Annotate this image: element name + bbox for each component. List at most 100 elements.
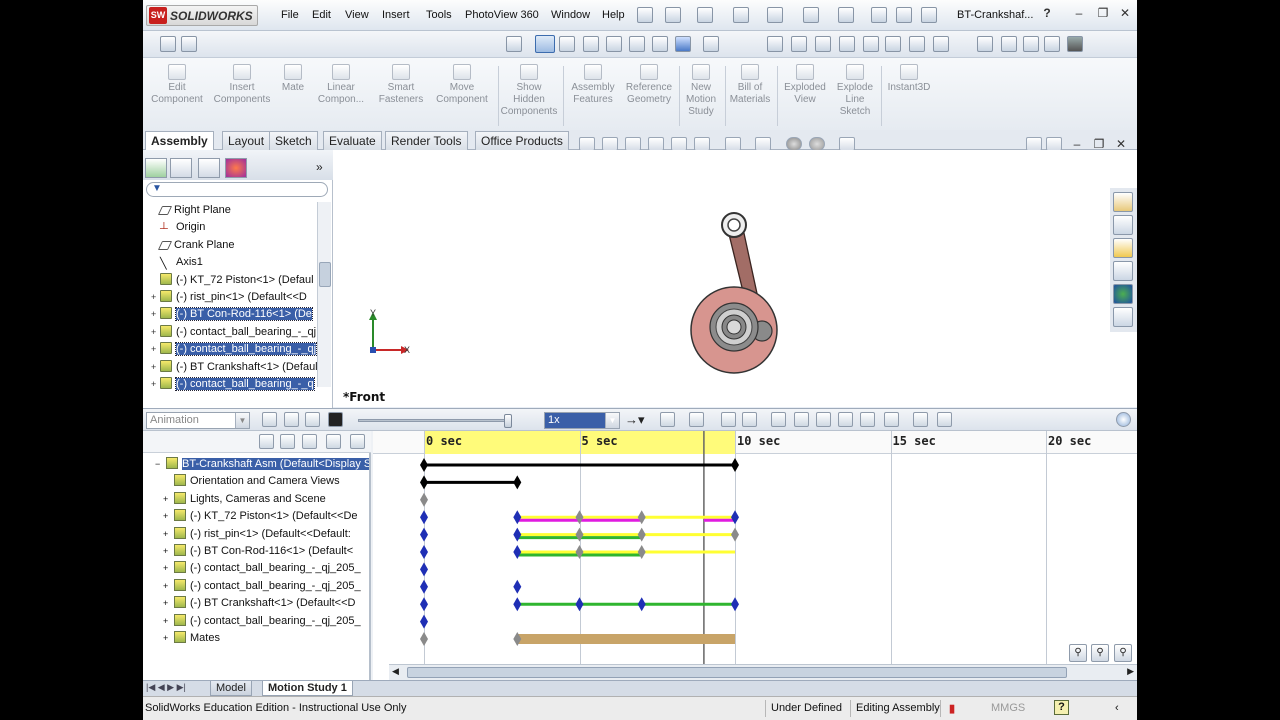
- zoom-to-area-icon[interactable]: [602, 137, 618, 151]
- rebuild-status-icon[interactable]: ▮: [949, 702, 955, 715]
- collapse-panel-icon[interactable]: [1116, 412, 1131, 427]
- keyframe-diamond[interactable]: [513, 545, 522, 559]
- status-expand-icon[interactable]: ‹: [1115, 702, 1119, 714]
- playback-mode-icon[interactable]: →▾: [625, 412, 645, 428]
- keyframe-diamond[interactable]: [513, 510, 522, 525]
- keyframe-diamond[interactable]: [575, 597, 584, 612]
- tree-item[interactable]: Right Plane: [151, 202, 317, 219]
- help-question-icon[interactable]: ?: [1039, 6, 1055, 20]
- tab-scroll-icons[interactable]: |◀ ◀ ▶ ▶|: [146, 682, 186, 693]
- motion-tree-item[interactable]: Orientation and Camera Views: [163, 473, 377, 490]
- property-manager-tab-icon[interactable]: [170, 158, 192, 178]
- motion-tree-item[interactable]: + (-) contact_ball_bearing_-_qj_205_: [163, 560, 377, 577]
- motion-tree-item[interactable]: − BT-Crankshaft Asm (Default<Display S: [155, 456, 369, 473]
- reference-geometry-button[interactable]: Reference Geometry: [622, 64, 676, 106]
- keyframe-diamond[interactable]: [731, 527, 739, 542]
- mass-properties-icon[interactable]: [791, 36, 807, 52]
- keyframe-diamond[interactable]: [420, 632, 428, 646]
- tab-evaluate[interactable]: Evaluate: [323, 131, 382, 150]
- display-style-icon[interactable]: [725, 137, 741, 151]
- tab-sketch[interactable]: Sketch: [269, 131, 318, 150]
- tab-model[interactable]: Model: [210, 681, 252, 696]
- hide-show-items-icon[interactable]: [755, 137, 771, 151]
- rebuild-icon[interactable]: [871, 7, 887, 23]
- configuration-manager-tab-icon[interactable]: [198, 158, 220, 178]
- playback-speed-select[interactable]: 1x ▼: [544, 412, 620, 429]
- layers-icon[interactable]: [1067, 36, 1083, 52]
- file-explorer-icon[interactable]: [1113, 238, 1133, 258]
- autoupdate-icon[interactable]: [350, 434, 365, 449]
- keyframe-diamond[interactable]: [513, 475, 522, 490]
- section-view-icon[interactable]: [652, 36, 668, 52]
- menu-file[interactable]: File: [281, 9, 299, 21]
- motion-properties-icon[interactable]: [884, 412, 899, 427]
- keyframe-diamond[interactable]: [420, 458, 428, 472]
- view-settings-icon[interactable]: [839, 137, 855, 151]
- save-animation-icon[interactable]: [660, 412, 675, 427]
- resources-home-icon[interactable]: [1113, 192, 1133, 212]
- appearances-icon[interactable]: [1113, 284, 1133, 304]
- add-key-icon[interactable]: [742, 412, 757, 427]
- expand-toggle-icon[interactable]: +: [151, 289, 160, 306]
- cube-icon[interactable]: [675, 36, 691, 52]
- tab-motion-study-1[interactable]: Motion Study 1: [262, 681, 353, 696]
- globe-icon[interactable]: [977, 36, 993, 52]
- open-icon[interactable]: [697, 7, 713, 23]
- menu-help[interactable]: Help: [602, 9, 625, 21]
- tree-scroll-thumb[interactable]: [319, 262, 331, 287]
- motor-icon[interactable]: [771, 412, 786, 427]
- file-properties-icon[interactable]: [896, 7, 912, 23]
- display-manager-tab-icon[interactable]: [225, 158, 247, 178]
- statistics-icon[interactable]: [933, 36, 949, 52]
- select-icon[interactable]: [838, 7, 854, 23]
- keyframe-diamond[interactable]: [420, 545, 428, 559]
- keyframe-diamond[interactable]: [420, 492, 428, 507]
- contact-icon[interactable]: [816, 412, 831, 427]
- tree-item[interactable]: + (-) BT Crankshaft<1> (Defaul: [151, 359, 317, 376]
- play-from-start-icon[interactable]: [284, 412, 299, 427]
- tab-render-tools[interactable]: Render Tools: [385, 131, 468, 150]
- menu-window[interactable]: Window: [551, 9, 590, 21]
- spring-icon[interactable]: [794, 412, 809, 427]
- motion-tree-item[interactable]: + (-) KT_72 Piston<1> (Default<<De: [163, 508, 377, 525]
- minimize-button[interactable]: –: [1071, 6, 1087, 20]
- results-icon[interactable]: [860, 412, 875, 427]
- tree-filter-input[interactable]: ▼: [146, 182, 328, 197]
- keyframe-diamond[interactable]: [575, 527, 584, 542]
- filter-selected-icon[interactable]: [302, 434, 317, 449]
- keyframe-diamond[interactable]: [731, 458, 739, 472]
- expand-toggle-icon[interactable]: +: [163, 560, 174, 577]
- keyframe-diamond[interactable]: [637, 597, 646, 612]
- previous-view-icon[interactable]: [625, 137, 641, 151]
- expand-toggle-icon[interactable]: +: [151, 376, 160, 393]
- collapse-motion-icon[interactable]: [913, 412, 928, 427]
- keyframe-diamond[interactable]: [420, 597, 428, 612]
- keyframe-diamond[interactable]: [575, 545, 584, 559]
- motion-tree-item[interactable]: + (-) BT Crankshaft<1> (Default<<D: [163, 595, 377, 612]
- slider-knob[interactable]: [504, 414, 512, 428]
- linear-component-pattern-button[interactable]: Linear Compon...: [311, 64, 371, 106]
- autokey-icon[interactable]: [721, 412, 736, 427]
- solidworks-logo[interactable]: SW SOLIDWORKS: [146, 5, 258, 26]
- apply-scene-icon[interactable]: [809, 137, 825, 151]
- sum-icon[interactable]: [885, 36, 901, 52]
- units-indicator[interactable]: MMGS: [991, 702, 1025, 714]
- keyframe-diamond[interactable]: [731, 597, 739, 612]
- tab-layout[interactable]: Layout: [222, 131, 271, 150]
- pin-icon[interactable]: [637, 7, 653, 23]
- motion-tree-item[interactable]: + Lights, Cameras and Scene: [163, 491, 377, 508]
- view-orientation-icon[interactable]: [694, 137, 710, 151]
- exploded-view-button[interactable]: Exploded View: [779, 64, 831, 106]
- view-minimize-button[interactable]: –: [1069, 137, 1085, 151]
- expand-toggle-icon[interactable]: +: [163, 526, 174, 543]
- dynamic-annotation-icon[interactable]: [671, 137, 687, 151]
- motion-tree-item[interactable]: + (-) BT Con-Rod-116<1> (Default<: [163, 543, 377, 560]
- assembly-features-button[interactable]: Assembly Features: [565, 64, 621, 106]
- keyframe-diamond[interactable]: [513, 579, 522, 594]
- expand-toggle-icon[interactable]: +: [163, 613, 174, 630]
- bill-of-materials-button[interactable]: Bill of Materials: [727, 64, 773, 106]
- tree-item[interactable]: ┴ Origin: [151, 219, 317, 236]
- tree-item[interactable]: ╲ Axis1: [151, 254, 317, 271]
- move-component-button[interactable]: Move Component: [431, 64, 493, 106]
- tab-office-products[interactable]: Office Products: [475, 131, 569, 150]
